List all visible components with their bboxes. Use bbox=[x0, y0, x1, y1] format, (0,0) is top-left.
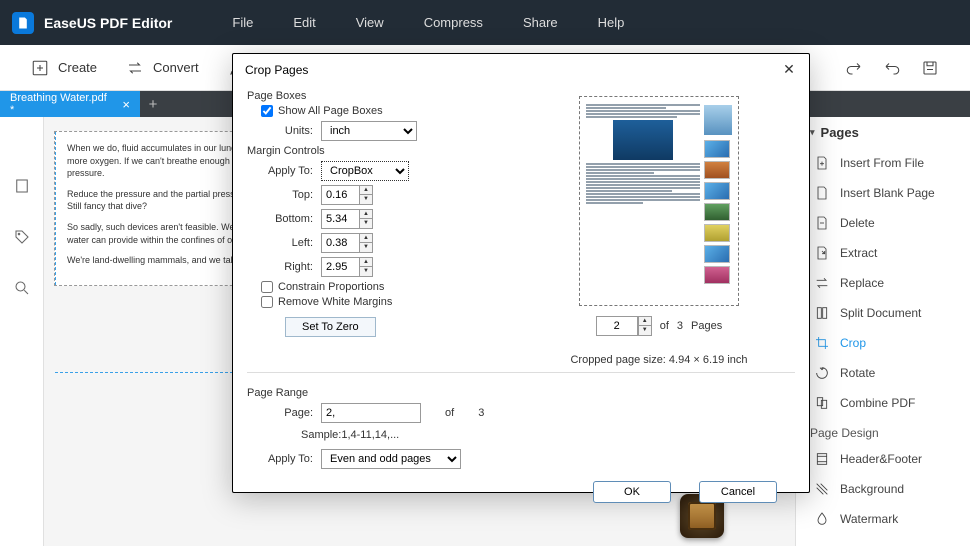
page-preview bbox=[579, 96, 739, 306]
apply-to-2-label: Apply To: bbox=[261, 453, 313, 465]
crop-pages-dialog: Crop Pages ✕ Page Boxes Show All Page Bo… bbox=[232, 53, 810, 493]
menu-view[interactable]: View bbox=[356, 15, 384, 30]
save-icon[interactable] bbox=[920, 58, 940, 78]
bottom-spinner[interactable]: ▲▼ bbox=[359, 209, 373, 229]
left-spinner[interactable]: ▲▼ bbox=[359, 233, 373, 253]
convert-button[interactable]: Convert bbox=[125, 58, 199, 78]
title-bar: EaseUS PDF Editor File Edit View Compres… bbox=[0, 0, 970, 45]
menu-share[interactable]: Share bbox=[523, 15, 558, 30]
split-document[interactable]: Split Document bbox=[796, 298, 970, 328]
insert-from-file[interactable]: Insert From File bbox=[796, 148, 970, 178]
rotate-page[interactable]: Rotate bbox=[796, 358, 970, 388]
units-select[interactable]: inch bbox=[321, 121, 417, 141]
app-logo bbox=[12, 12, 34, 34]
page-design-header: Page Design bbox=[796, 418, 970, 444]
menu-edit[interactable]: Edit bbox=[293, 15, 315, 30]
show-all-page-boxes-checkbox[interactable]: Show All Page Boxes bbox=[261, 105, 507, 117]
close-icon[interactable]: ✕ bbox=[781, 62, 797, 78]
apply-to-pages-select[interactable]: Even and odd pages bbox=[321, 449, 461, 469]
crop-page[interactable]: Crop bbox=[796, 328, 970, 358]
watermark[interactable]: Watermark bbox=[796, 504, 970, 534]
plus-icon bbox=[30, 58, 50, 78]
preview-page-spinner[interactable]: ▲▼ bbox=[638, 316, 652, 336]
page-label: Page: bbox=[261, 407, 313, 419]
redo-icon[interactable] bbox=[844, 58, 864, 78]
preview-pager: ▲▼ of 3 Pages bbox=[596, 316, 723, 336]
cropped-size-label: Cropped page size: 4.94 × 6.19 inch bbox=[570, 354, 747, 366]
set-to-zero-button[interactable]: Set To Zero bbox=[285, 317, 376, 337]
page-range-sample: Sample:1,4-11,14,... bbox=[301, 429, 795, 441]
convert-label: Convert bbox=[153, 60, 199, 75]
left-rail bbox=[0, 117, 44, 546]
bottom-label: Bottom: bbox=[261, 213, 313, 225]
delete-page[interactable]: Delete bbox=[796, 208, 970, 238]
page-range-label: Page Range bbox=[247, 387, 795, 399]
page-boxes-label: Page Boxes bbox=[247, 90, 507, 102]
dialog-titlebar: Crop Pages ✕ bbox=[233, 54, 809, 86]
preview-page-input[interactable] bbox=[596, 316, 638, 336]
right-input[interactable] bbox=[321, 257, 359, 277]
crop-guide bbox=[55, 132, 56, 285]
insert-blank-page[interactable]: Insert Blank Page bbox=[796, 178, 970, 208]
cancel-button[interactable]: Cancel bbox=[699, 481, 777, 503]
pages-panel-header[interactable]: Pages bbox=[796, 117, 970, 148]
left-input[interactable] bbox=[321, 233, 359, 253]
apply-to-label: Apply To: bbox=[261, 165, 313, 177]
add-tab-button[interactable]: + bbox=[140, 91, 166, 117]
tab-label: Breathing Water.pdf * bbox=[10, 92, 112, 116]
dialog-title: Crop Pages bbox=[245, 63, 308, 77]
left-label: Left: bbox=[261, 237, 313, 249]
right-spinner[interactable]: ▲▼ bbox=[359, 257, 373, 277]
combine-pdf[interactable]: Combine PDF bbox=[796, 388, 970, 418]
show-all-checkbox-input[interactable] bbox=[261, 105, 273, 117]
top-input[interactable] bbox=[321, 185, 359, 205]
remove-white-checkbox[interactable]: Remove White Margins bbox=[261, 296, 507, 308]
right-panel: Pages Insert From File Insert Blank Page… bbox=[795, 117, 970, 546]
document-tab[interactable]: Breathing Water.pdf * × bbox=[0, 91, 140, 117]
undo-icon[interactable] bbox=[882, 58, 902, 78]
margin-controls-label: Margin Controls bbox=[247, 145, 507, 157]
search-icon[interactable] bbox=[13, 279, 31, 302]
page-icon[interactable] bbox=[13, 177, 31, 200]
menu-file[interactable]: File bbox=[232, 15, 253, 30]
menu-help[interactable]: Help bbox=[598, 15, 625, 30]
header-footer[interactable]: Header&Footer bbox=[796, 444, 970, 474]
create-label: Create bbox=[58, 60, 97, 75]
top-spinner[interactable]: ▲▼ bbox=[359, 185, 373, 205]
extract-page[interactable]: Extract bbox=[796, 238, 970, 268]
apply-to-select[interactable]: CropBox bbox=[321, 161, 409, 181]
ok-button[interactable]: OK bbox=[593, 481, 671, 503]
menu-compress[interactable]: Compress bbox=[424, 15, 483, 30]
right-label: Right: bbox=[261, 261, 313, 273]
bottom-input[interactable] bbox=[321, 209, 359, 229]
units-label: Units: bbox=[261, 125, 313, 137]
tag-icon[interactable] bbox=[13, 228, 31, 251]
background[interactable]: Background bbox=[796, 474, 970, 504]
page-range-input[interactable] bbox=[321, 403, 421, 423]
replace-page[interactable]: Replace bbox=[796, 268, 970, 298]
constrain-checkbox[interactable]: Constrain Proportions bbox=[261, 281, 507, 293]
tab-close-icon[interactable]: × bbox=[122, 97, 130, 112]
convert-icon bbox=[125, 58, 145, 78]
app-title: EaseUS PDF Editor bbox=[44, 15, 172, 31]
main-menu: File Edit View Compress Share Help bbox=[232, 15, 624, 30]
top-label: Top: bbox=[261, 189, 313, 201]
create-button[interactable]: Create bbox=[30, 58, 97, 78]
